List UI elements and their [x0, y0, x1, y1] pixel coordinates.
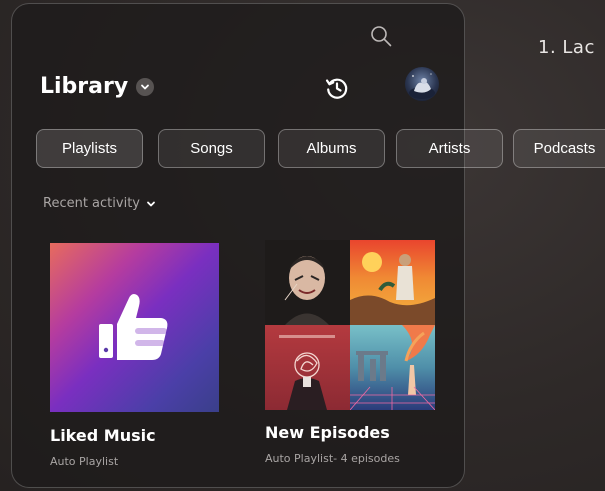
background-window-text: 1. Lac [538, 37, 595, 58]
liked-music-artwork[interactable] [50, 243, 219, 412]
thumbs-up-icon [98, 293, 167, 360]
chip-playlists[interactable]: Playlists [36, 129, 143, 168]
new-episodes-title[interactable]: New Episodes [265, 423, 390, 442]
sort-dropdown[interactable]: Recent activity [43, 196, 156, 211]
history-icon[interactable] [324, 75, 350, 101]
chip-songs[interactable]: Songs [158, 129, 265, 168]
episode-cover-1 [265, 240, 350, 325]
new-episodes-artwork[interactable] [265, 240, 435, 410]
new-episodes-subtitle: Auto Playlist- 4 episodes [265, 452, 400, 465]
liked-music-title[interactable]: Liked Music [50, 426, 156, 445]
page-title: Library [40, 74, 129, 99]
chip-artists[interactable]: Artists [396, 129, 503, 168]
avatar[interactable] [405, 67, 439, 101]
search-icon[interactable] [369, 24, 393, 48]
episode-cover-4 [350, 325, 435, 410]
episode-cover-2 [350, 240, 435, 325]
liked-music-subtitle: Auto Playlist [50, 455, 119, 468]
episode-cover-3 [265, 325, 350, 410]
chip-podcasts[interactable]: Podcasts [513, 129, 605, 168]
chevron-down-icon[interactable] [136, 77, 155, 96]
chip-albums[interactable]: Albums [278, 129, 385, 168]
sort-label: Recent activity [43, 196, 140, 211]
library-title-group[interactable]: Library [40, 74, 155, 99]
chevron-down-icon [147, 201, 155, 206]
